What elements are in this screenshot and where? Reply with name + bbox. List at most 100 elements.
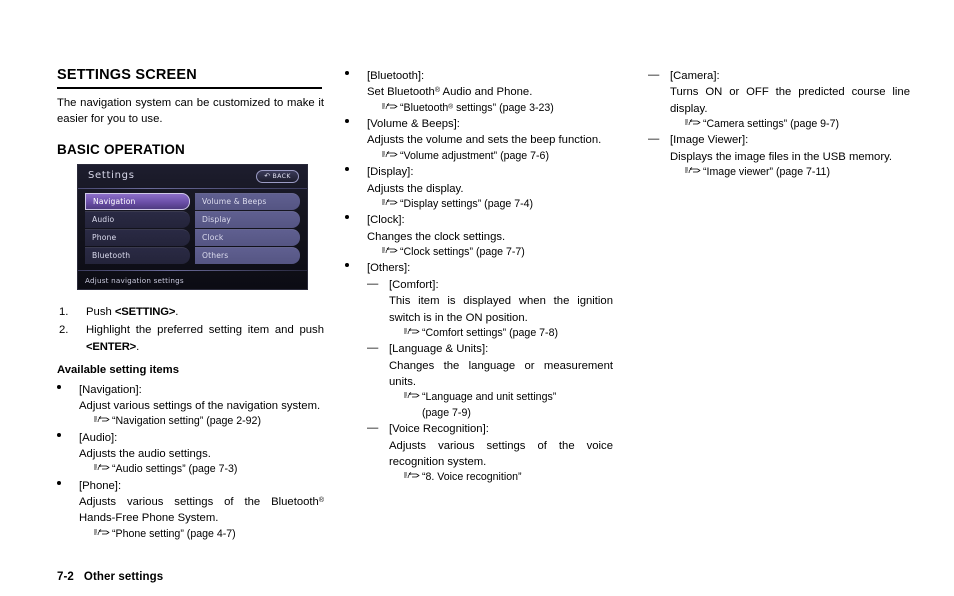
cross-reference[interactable]: “Bluetooth® settings” (page 3-23): [367, 101, 613, 116]
cross-reference[interactable]: “Comfort settings” (page 7-8): [389, 326, 613, 341]
subitem-language-and-units: — [Language & Units]: Changes the langua…: [367, 341, 613, 421]
cross-reference[interactable]: “Phone setting” (page 4-7): [79, 527, 324, 542]
pointing-hand-icon: [93, 528, 110, 538]
item-description: Adjusts the audio settings.: [79, 448, 211, 460]
pointing-hand-icon: [684, 166, 701, 176]
menu-item-others[interactable]: Others: [195, 246, 300, 264]
step-1-pre: Push: [86, 305, 115, 318]
subitem-description: Turns ON or OFF the predicted course lin…: [670, 86, 910, 115]
cross-reference-continuation: (page 7-9): [422, 406, 471, 419]
cross-reference-text: “8. Voice recognition”: [422, 471, 522, 484]
item-term: [Navigation]:: [79, 383, 142, 396]
back-button[interactable]: ↶ BACK: [256, 169, 299, 183]
cross-reference-text: “Clock settings” (page 7-7): [400, 246, 525, 259]
settings-menu-right-column: Volume & Beeps Display Clock Others: [195, 192, 300, 265]
subitem-comfort: — [Comfort]: This item is displayed when…: [367, 277, 613, 341]
cross-reference[interactable]: “8. Voice recognition”: [389, 470, 613, 485]
item-description: Adjusts the display.: [367, 182, 464, 195]
dash-icon: —: [367, 277, 379, 290]
cross-reference[interactable]: “Clock settings” (page 7-7): [367, 245, 613, 260]
column-one: SETTINGS SCREEN The navigation system ca…: [57, 67, 324, 542]
bullet-icon: [345, 119, 349, 124]
dash-icon: —: [367, 342, 379, 355]
dash-icon: —: [648, 69, 660, 81]
menu-item-navigation[interactable]: Navigation: [85, 192, 190, 210]
settings-menu-grid: Navigation Audio Phone Bluetooth Volume …: [85, 192, 301, 265]
item-description: Adjust various settings of the navigatio…: [79, 399, 321, 412]
cross-reference[interactable]: “Display settings” (page 7-4): [367, 197, 613, 212]
cross-reference-text: “Volume adjustment” (page 7-6): [400, 149, 549, 162]
step-1-number: 1.: [59, 305, 69, 318]
screen-header-divider: [78, 187, 307, 189]
cross-reference-text: “Camera settings” (page 9-7): [703, 118, 840, 131]
subitem-voice-recognition: — [Voice Recognition]: Adjusts various s…: [367, 421, 613, 485]
menu-item-bluetooth[interactable]: Bluetooth: [85, 246, 190, 264]
pointing-hand-icon: [93, 463, 110, 473]
step-2-number: 2.: [59, 324, 69, 337]
subitem-term: [Comfort]:: [389, 278, 439, 291]
list-item-volume-and-beeps: [Volume & Beeps]: Adjusts the volume and…: [345, 116, 613, 164]
cross-reference-text: “Image viewer” (page 7-11): [703, 166, 830, 179]
back-button-label: BACK: [272, 172, 291, 180]
cross-reference-text-post: settings” (page 3-23): [453, 101, 554, 114]
subitem-term: [Language & Units]:: [389, 343, 489, 356]
intro-paragraph: The navigation system can be customized …: [57, 96, 324, 125]
menu-item-display[interactable]: Display: [195, 210, 300, 228]
bullet-icon: [57, 480, 61, 485]
subitem-description: Adjusts various settings of the voice re…: [389, 439, 613, 468]
screen-status-divider: [78, 269, 307, 271]
cross-reference-text: “Comfort settings” (page 7-8): [422, 326, 559, 339]
cross-reference-text: “Audio settings” (page 7-3): [112, 463, 238, 476]
pointing-hand-icon: [381, 150, 398, 160]
item-term: [Display]:: [367, 166, 414, 179]
bullet-icon: [345, 263, 349, 268]
desc-pre: Adjusts various settings of the Bluetoot…: [79, 496, 319, 509]
subitem-term: [Voice Recognition]:: [389, 423, 489, 436]
cross-reference[interactable]: “Volume adjustment” (page 7-6): [367, 149, 613, 164]
cross-reference[interactable]: “Camera settings” (page 9-7): [670, 117, 910, 132]
bullet-icon: [57, 384, 61, 389]
column-two: [Bluetooth]: Set Bluetooth® Audio and Ph…: [345, 68, 613, 486]
list-item-phone: [Phone]: Adjusts various settings of the…: [57, 478, 324, 542]
dash-icon: —: [648, 133, 660, 146]
item-description: Changes the clock settings.: [367, 230, 506, 243]
menu-item-audio[interactable]: Audio: [85, 210, 190, 228]
pointing-hand-icon: [381, 102, 398, 112]
subitem-camera: — [Camera]: Turns ON or OFF the predicte…: [648, 68, 910, 132]
menu-item-clock[interactable]: Clock: [195, 228, 300, 246]
item-term: [Bluetooth]:: [367, 70, 425, 82]
screen-title: Settings: [88, 169, 135, 181]
cross-reference[interactable]: “Navigation setting” (page 2-92): [79, 414, 324, 429]
manual-page: SETTINGS SCREEN The navigation system ca…: [0, 0, 954, 596]
list-item-bluetooth: [Bluetooth]: Set Bluetooth® Audio and Ph…: [345, 68, 613, 116]
registered-trademark-icon: ®: [318, 497, 324, 505]
pointing-hand-icon: [381, 246, 398, 256]
title-rule: [57, 86, 322, 89]
item-term: [Audio]:: [79, 431, 118, 444]
settings-screen-figure: Settings ↶ BACK Navigation Audio Phone Bl…: [77, 163, 308, 290]
item-description: Set Bluetooth® Audio and Phone.: [367, 84, 613, 100]
list-item-clock: [Clock]: Changes the clock settings. “Cl…: [345, 212, 613, 260]
step-2-post: .: [136, 340, 140, 353]
pointing-hand-icon: [93, 415, 110, 425]
cross-reference[interactable]: “Audio settings” (page 7-3): [79, 462, 324, 477]
list-item-display: [Display]: Adjusts the display. “Display…: [345, 164, 613, 212]
bullet-icon: [345, 215, 349, 220]
settings-item-list-col2: [Bluetooth]: Set Bluetooth® Audio and Ph…: [345, 68, 613, 486]
step-2: 2. Highlight the preferred setting item a…: [57, 322, 324, 355]
item-term: [Clock]:: [367, 214, 405, 227]
item-term: [Others]:: [367, 262, 411, 275]
item-term: [Volume & Beeps]:: [367, 118, 460, 131]
column-three: — [Camera]: Turns ON or OFF the predicte…: [648, 68, 910, 181]
step-1-key: <SETTING>: [114, 305, 176, 318]
item-description: Adjusts the volume and sets the beep fun…: [367, 134, 602, 147]
menu-item-volume-and-beeps[interactable]: Volume & Beeps: [195, 192, 300, 210]
others-subitem-list: — [Comfort]: This item is displayed when…: [367, 277, 613, 486]
menu-item-phone[interactable]: Phone: [85, 228, 190, 246]
cross-reference[interactable]: “Language and unit settings”: [389, 390, 613, 405]
cross-reference[interactable]: “Image viewer” (page 7-11): [670, 165, 910, 180]
cross-reference-text-pre: “Bluetooth: [400, 101, 449, 114]
desc-post: Hands-Free Phone System.: [79, 512, 219, 525]
list-item-navigation: [Navigation]: Adjust various settings of…: [57, 382, 324, 430]
cross-reference-text: “Display settings” (page 7-4): [400, 197, 534, 210]
